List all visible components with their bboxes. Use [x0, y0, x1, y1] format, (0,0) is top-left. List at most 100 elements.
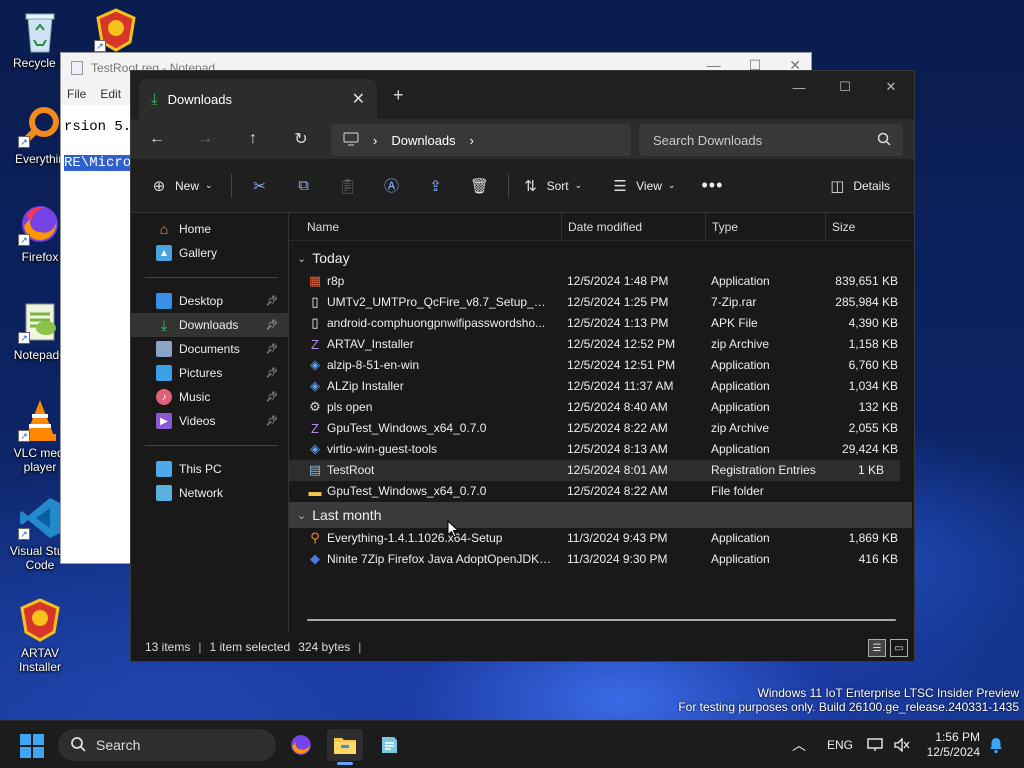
column-name[interactable]: Name [307, 213, 339, 241]
pin-icon[interactable]: 📌︎ [265, 368, 278, 379]
pin-icon[interactable]: 📌︎ [265, 320, 278, 331]
forward-button[interactable]: → [181, 130, 229, 148]
plus-circle-icon: ⊕ [152, 177, 166, 195]
nav-desktop[interactable]: Desktop 📌︎ [131, 289, 288, 313]
file-row[interactable]: ◈ alzip-8-51-en-win 12/5/2024 12:51 PM Appl… [289, 355, 914, 376]
file-row[interactable]: ▦ r8p 12/5/2024 1:48 PM Application 839,651 … [289, 271, 914, 292]
network-status-button[interactable] [866, 721, 884, 768]
taskbar-search[interactable]: Search [58, 729, 276, 761]
taskbar-file-explorer[interactable] [327, 729, 363, 765]
nav-pictures[interactable]: Pictures 📌︎ [131, 361, 288, 385]
file-row[interactable]: ▯ UMTv2_UMTPro_QcFire_v8.7_Setup_Repa... 1… [289, 292, 914, 313]
horizontal-scrollbar[interactable] [307, 619, 896, 621]
file-type: Application [711, 358, 770, 372]
start-button[interactable] [20, 734, 44, 758]
file-explorer-window[interactable]: ⤓ Downloads ✕ + — ☐ ✕ ← → ↑ ↻ › Download… [130, 70, 915, 662]
item-count: 13 items [145, 640, 191, 654]
back-button[interactable]: ← [133, 130, 181, 148]
maximize-button[interactable]: ☐ [822, 71, 868, 103]
file-row[interactable]: ⚙ pls open 12/5/2024 8:40 AM Application 132… [289, 397, 914, 418]
file-row[interactable]: ▯ android-comphuongpnwifipasswordsho... 12… [289, 313, 914, 334]
nav-network[interactable]: Network [131, 481, 288, 505]
file-row[interactable]: Z ARTAV_Installer 12/5/2024 12:52 PM zip Ar… [289, 334, 914, 355]
details-view-button[interactable]: ☰ [868, 639, 886, 657]
shield-icon [18, 598, 62, 642]
group-header-today[interactable]: ⌄ Today [289, 245, 914, 271]
download-arrow-icon: ⤓ [160, 316, 168, 333]
system-clock[interactable]: 1:56 PM 12/5/2024 [927, 730, 980, 760]
column-type[interactable]: Type [705, 213, 825, 241]
network-icon [867, 738, 883, 751]
taskbar-firefox[interactable] [283, 729, 319, 761]
volume-button[interactable] [893, 721, 911, 768]
close-tab-icon[interactable]: ✕ [352, 89, 365, 109]
sort-button[interactable]: ⇅ Sort ⌄ [521, 176, 582, 196]
nav-downloads[interactable]: ⤓ Downloads 📌︎ [131, 313, 288, 337]
pin-icon[interactable]: 📌︎ [265, 344, 278, 355]
nav-gallery[interactable]: ▲ Gallery [131, 241, 288, 265]
nav-home[interactable]: ⌂ Home [131, 217, 288, 241]
tiles-view-button[interactable]: ▭ [890, 639, 908, 657]
breadcrumb-downloads[interactable]: Downloads [391, 133, 455, 148]
minimize-button[interactable]: — [776, 71, 822, 103]
rename-button[interactable]: Ⓐ [382, 176, 402, 196]
nav-videos[interactable]: ▶ Videos 📌︎ [131, 409, 288, 433]
menu-edit[interactable]: Edit [100, 87, 121, 101]
paste-button[interactable]: 📋︎ [338, 176, 358, 196]
column-date-modified[interactable]: Date modified [561, 213, 705, 241]
group-label: Today [312, 250, 350, 266]
nav-documents[interactable]: Documents 📌︎ [131, 337, 288, 361]
group-header-last-month[interactable]: ⌄ Last month [289, 502, 912, 528]
file-list[interactable]: Name Date modified Type Size ⌄ Today ▦ r8… [289, 213, 914, 633]
chevron-right-icon[interactable]: › [470, 133, 474, 148]
pin-icon[interactable]: 📌︎ [265, 416, 278, 427]
desktop-icon-label: Notepad+ [13, 348, 67, 362]
monitor-icon [343, 132, 359, 149]
address-bar[interactable]: › Downloads › [331, 124, 631, 156]
new-button[interactable]: ⊕ New ⌄ [149, 176, 213, 196]
close-window-button[interactable]: ✕ [868, 71, 914, 103]
search-icon [70, 736, 86, 755]
refresh-button[interactable]: ↻ [277, 129, 325, 149]
status-bar: 13 items | 1 item selected 324 bytes | ☰… [131, 633, 914, 661]
file-row[interactable]: ▬ GpuTest_Windows_x64_0.7.0 12/5/2024 8:22… [289, 481, 914, 502]
show-hidden-icons-button[interactable]: ︿ [792, 721, 806, 768]
delete-button[interactable]: 🗑︎ [470, 176, 490, 196]
new-tab-button[interactable]: + [393, 85, 404, 106]
file-size: 1,869 KB [848, 531, 898, 545]
copy-button[interactable]: ⧉ [294, 176, 314, 196]
up-button[interactable]: ↑ [229, 130, 277, 148]
file-row[interactable]: ⚲ Everything-1.4.1.1026.x64-Setup 11/3/202… [289, 528, 914, 549]
file-date-modified: 12/5/2024 1:48 PM [567, 274, 669, 288]
view-button[interactable]: ☰ View ⌄ [610, 176, 675, 196]
nav-this-pc[interactable]: This PC [131, 457, 288, 481]
file-row[interactable]: ◈ ALZip Installer 12/5/2024 11:37 AM Applic… [289, 376, 914, 397]
cut-button[interactable]: ✂ [250, 176, 270, 196]
taskbar-notepad[interactable] [371, 729, 407, 761]
chevron-right-icon[interactable]: › [373, 133, 377, 148]
pin-icon[interactable]: 📌︎ [265, 296, 278, 307]
details-button[interactable]: ◫ Details [827, 176, 890, 196]
column-size[interactable]: Size [825, 213, 905, 241]
search-box[interactable]: Search Downloads [639, 124, 903, 156]
notifications-button[interactable] [988, 721, 1004, 768]
desktop-icon-artav-top[interactable]: ↗ [78, 8, 154, 56]
desktop-icon [156, 293, 172, 309]
language-indicator[interactable]: ENG [827, 721, 853, 768]
file-row[interactable]: Z GpuTest_Windows_x64_0.7.0 12/5/2024 8:22… [289, 418, 914, 439]
nav-music[interactable]: ♪ Music 📌︎ [131, 385, 288, 409]
file-name: android-comphuongpnwifipasswordsho... [327, 316, 546, 330]
desktop-icon-artav[interactable]: ARTAV Installer [2, 598, 78, 674]
file-row[interactable]: ◈ virtio-win-guest-tools 12/5/2024 8:13 AM… [289, 439, 914, 460]
pin-icon[interactable]: 📌︎ [265, 392, 278, 403]
watermark-line: For testing purposes only. Build 26100.g… [678, 700, 1019, 714]
notepad-icon [382, 737, 397, 753]
more-options-button[interactable]: ••• [701, 175, 723, 196]
tab-downloads[interactable]: ⤓ Downloads ✕ [139, 79, 377, 119]
shortcut-arrow-icon: ↗ [18, 136, 30, 148]
file-row[interactable]: ▤ TestRoot 12/5/2024 8:01 AM Registration E… [289, 460, 900, 481]
share-button[interactable]: ⇪ [426, 176, 446, 196]
menu-file[interactable]: File [67, 87, 86, 101]
file-row[interactable]: ◆ Ninite 7Zip Firefox Java AdoptOpenJDK x… [289, 549, 914, 570]
search-icon [877, 132, 891, 149]
